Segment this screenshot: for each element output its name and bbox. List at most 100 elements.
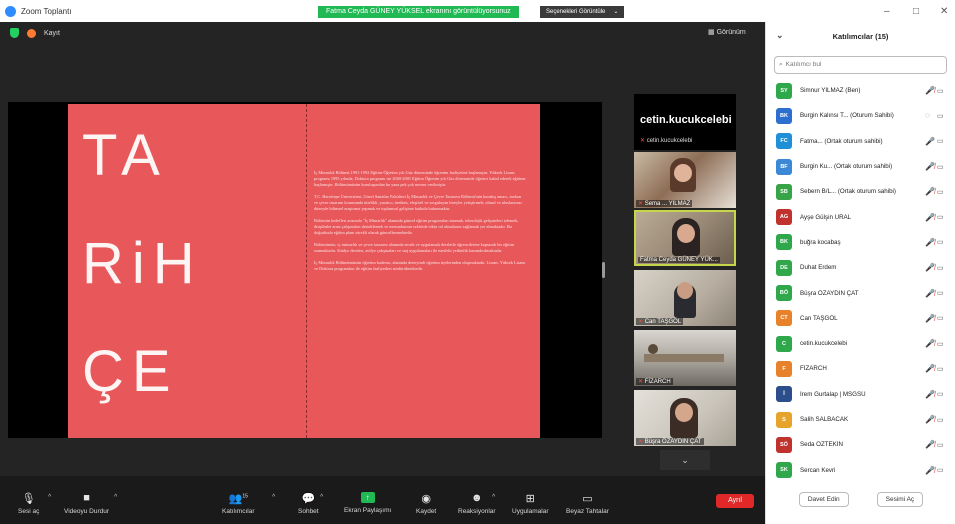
collapse-panel-icon[interactable]: ⌄	[776, 30, 784, 41]
avatar: CT	[776, 310, 792, 327]
participant-name: cetin.kucukcelebi	[800, 340, 848, 348]
participant-name: Büşra ÖZAYDIN ÇAT	[800, 289, 859, 297]
camera-icon: ▭	[937, 416, 944, 424]
camera-icon: ▭	[937, 391, 944, 399]
avatar: BK	[776, 234, 792, 251]
search-placeholder: Katılımcı bul	[785, 61, 822, 68]
participant-row[interactable]: SK Sercan Kevri 🎤̸ ▭	[766, 457, 955, 482]
apps-button[interactable]: ⊞ Uygulamalar	[512, 492, 549, 515]
smiley-icon: ☻	[471, 492, 483, 504]
host-name: cetin.kucukcelebi	[640, 114, 732, 126]
participant-row[interactable]: FC Fatma... (Ortak oturum sahibi) 🎤 ▭	[766, 129, 955, 154]
mute-button[interactable]: 🎙 Sesi aç	[18, 492, 39, 515]
avatar: F	[776, 360, 792, 377]
participant-row[interactable]: BF Burgin Ku... (Ortak oturum sahibi) 🎤̸ ▭	[766, 154, 955, 179]
reactions-label: Reaksiyonlar	[458, 508, 496, 515]
participant-name: Can TAŞGÖL	[800, 314, 838, 322]
camera-icon: ▭	[937, 467, 944, 475]
minimize-button[interactable]: –	[884, 6, 890, 17]
chevron-up-icon[interactable]: ^	[114, 494, 117, 501]
meeting-area: Kayıt ▦ Görünüm TA RiH ÇE İç Mimarlık Bö…	[0, 22, 765, 524]
video-tile-active-speaker[interactable]: Fatma Ceyda GÜNEY YÜK...	[634, 210, 736, 266]
slide-heading-line-1: TA	[82, 123, 168, 188]
video-tile[interactable]: ✕ Can TAŞGÖL	[634, 270, 736, 326]
participant-name: Fatma... (Ortak oturum sahibi)	[800, 137, 883, 145]
whiteboard-label: Beyaz Tahtalar	[566, 508, 609, 515]
mic-icon: ◌	[925, 111, 930, 121]
video-tile-name: ✕ FİZARCH	[636, 378, 673, 385]
share-screen-button[interactable]: ↑ Ekran Paylaşımı	[344, 492, 391, 514]
leave-button[interactable]: Ayrıl	[716, 494, 754, 508]
participant-name: Simnur YILMAZ (Ben)	[800, 87, 861, 95]
chevron-down-icon: ⌄	[613, 9, 619, 15]
record-button[interactable]: ◉ Kaydet	[416, 492, 436, 515]
participant-name: buğra kocabaş	[800, 238, 841, 246]
avatar: S	[776, 411, 792, 428]
participant-row[interactable]: SB Sebern B/L... (Ortak oturum sahibi) 🎤̸ ▭	[766, 179, 955, 204]
whiteboard-button[interactable]: ▭ Beyaz Tahtalar	[566, 492, 609, 515]
participant-name: Sercan Kevri	[800, 466, 836, 474]
mic-muted-icon: 🎤̸	[925, 339, 935, 349]
participant-row[interactable]: Ccetin.kucukcelebi 🎤̸ ▭	[766, 331, 955, 356]
camera-icon: ▭	[937, 138, 944, 146]
participant-name: Burgin Kalınsı T... (Oturum Sahibi)	[800, 112, 894, 120]
participants-icon: 👥15	[228, 493, 248, 505]
participant-row[interactable]: DE Duhat Erdem 🎤̸ ▭	[766, 255, 955, 280]
mic-muted-icon: 🎤̸	[925, 288, 935, 298]
view-options-button[interactable]: Seçenekleri Görüntüle ⌄	[540, 6, 625, 18]
zoom-logo-icon	[5, 5, 16, 17]
unmute-me-button[interactable]: Sesimi Aç	[876, 492, 924, 507]
chevron-up-icon[interactable]: ^	[320, 494, 323, 501]
mic-muted-icon: 🎤̸	[925, 364, 935, 374]
participant-row[interactable]: F FİZARCH 🎤̸ ▭	[766, 356, 955, 381]
participant-name: Ayşe Gülşin URAL	[800, 213, 852, 221]
participant-row[interactable]: SÖ Seda ÖZTEKİN 🎤̸ ▭	[766, 432, 955, 457]
participants-button[interactable]: 👥15 Katılımcılar	[222, 492, 255, 515]
mic-muted-icon: 🎤̸	[925, 440, 935, 450]
camera-icon: ▭	[937, 188, 944, 196]
grid-icon: ▦	[708, 29, 717, 36]
video-tile[interactable]: ✕ Büşra ÖZAYDIN ÇAT	[634, 390, 736, 446]
video-tile[interactable]: ✕ FİZARCH	[634, 330, 736, 386]
mic-muted-icon: 🎤̸	[925, 263, 935, 273]
invite-button[interactable]: Davet Edin	[798, 492, 849, 507]
mic-muted-icon: 🎤̸	[925, 187, 935, 197]
scroll-down-button[interactable]: ⌄	[660, 450, 710, 470]
shield-icon[interactable]	[10, 28, 19, 38]
participant-name: Sebern B/L... (Ortak oturum sahibi)	[800, 188, 896, 196]
participant-row[interactable]: AG Ayşe Gülşin URAL 🎤̸ ▭	[766, 204, 955, 229]
maximize-button[interactable]: □	[913, 6, 919, 17]
chevron-up-icon[interactable]: ^	[272, 494, 275, 501]
participant-row[interactable]: İ İrem Gurtalap | MSGSÜ 🎤̸ ▭	[766, 382, 955, 407]
mic-muted-icon: 🎤̸	[925, 86, 935, 96]
splitter-handle[interactable]	[602, 262, 605, 278]
avatar: FC	[776, 133, 792, 150]
chevron-up-icon[interactable]: ^	[492, 494, 495, 501]
video-button[interactable]: ■ Videoyu Durdur	[64, 492, 109, 515]
slide-paragraph: Bölümün hedefleri arasında "İç Mimarlık"…	[314, 218, 519, 235]
meeting-toolbar: 🎙 Sesi aç ^ ■ Videoyu Durdur ^ 👥15 Katıl…	[0, 476, 765, 524]
participant-row[interactable]: BK buğra kocabaş 🎤̸ ▭	[766, 230, 955, 255]
view-toggle-button[interactable]: ▦ Görünüm	[708, 28, 746, 36]
video-tile-host[interactable]: cetin.kucukcelebi ✕ cetin.kucukcelebi	[634, 94, 736, 150]
panel-footer: Davet Edin Sesimi Aç	[766, 492, 955, 507]
participant-name: FİZARCH	[800, 365, 827, 373]
mic-icon: 🎤	[925, 136, 935, 146]
chat-button[interactable]: 💬 Sohbet	[298, 492, 319, 515]
participant-row[interactable]: CT Can TAŞGÖL 🎤̸ ▭	[766, 306, 955, 331]
participant-row[interactable]: BK Burgin Kalınsı T... (Oturum Sahibi) ◌ ▭	[766, 103, 955, 128]
apps-label: Uygulamalar	[512, 508, 549, 515]
avatar: SB	[776, 183, 792, 200]
close-button[interactable]: ✕	[940, 6, 948, 17]
participant-row[interactable]: S Salih SALBACAK 🎤̸ ▭	[766, 407, 955, 432]
participant-row[interactable]: BÖ Büşra ÖZAYDIN ÇAT 🎤̸ ▭	[766, 280, 955, 305]
slide-paragraph: İç Mimarlık Bölümümüzün öğretim kadrosu,…	[314, 260, 526, 271]
participant-name: Burgin Ku... (Ortak oturum sahibi)	[800, 163, 893, 171]
participant-list: SY Simnur YILMAZ (Ben) 🎤̸ ▭ BK Burgin Kalınsı…	[766, 78, 955, 483]
avatar: AG	[776, 209, 792, 226]
chevron-up-icon[interactable]: ^	[48, 494, 51, 501]
reactions-button[interactable]: ☻ Reaksiyonlar	[458, 492, 496, 515]
participant-row[interactable]: SY Simnur YILMAZ (Ben) 🎤̸ ▭	[766, 78, 955, 103]
video-tile[interactable]: ✕ Sema ... YILMAZ	[634, 152, 736, 208]
participant-search-input[interactable]: ⌕ Katılımcı bul	[774, 56, 947, 74]
